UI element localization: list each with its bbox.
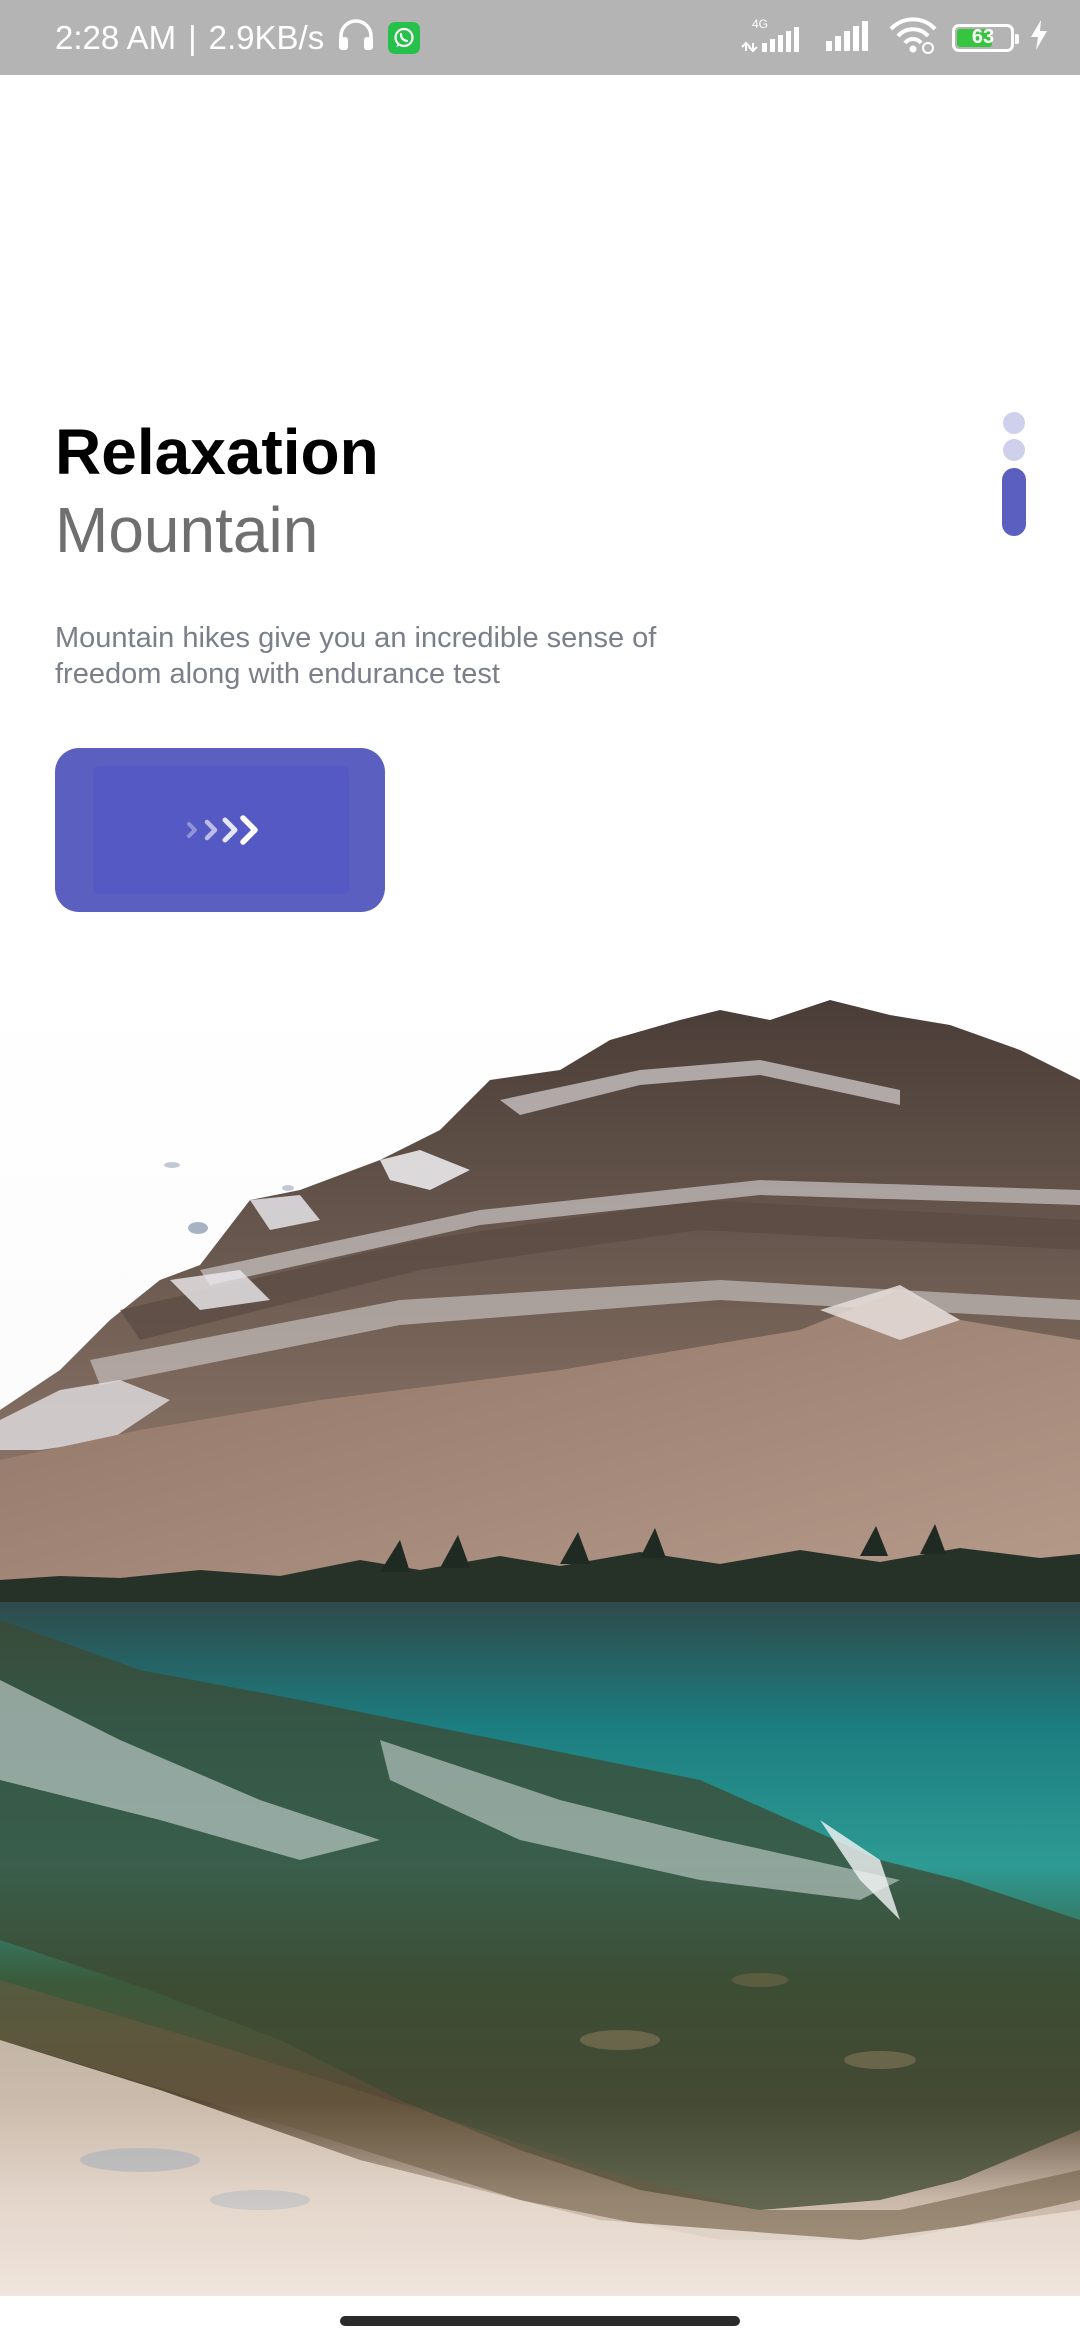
battery-level: 63 — [971, 26, 995, 48]
navigation-bar — [0, 2296, 1080, 2340]
home-indicator[interactable] — [340, 2316, 740, 2326]
network-type-label: 4G — [752, 17, 768, 31]
signal-4g-icon: 4G — [740, 15, 810, 60]
status-right: 4G 63 — [740, 0, 1050, 75]
page-dot-1 — [1003, 412, 1025, 434]
chevrons-right-icon — [187, 815, 258, 845]
status-time: 2:28 AM — [55, 18, 177, 56]
page-title: Relaxation — [55, 416, 379, 488]
next-button[interactable] — [55, 748, 385, 912]
status-separator: | — [188, 18, 197, 56]
headphones-icon — [336, 16, 376, 60]
page-dot-active — [1002, 468, 1026, 536]
battery-cap — [1015, 33, 1019, 44]
wifi-icon — [888, 15, 938, 60]
status-left: 2:28 AM | 2.9KB/s — [55, 0, 421, 75]
next-button-inner — [93, 766, 349, 894]
onboarding-screen: 2:28 AM | 2.9KB/s 4G 63 Relaxation Mount… — [0, 0, 1080, 2340]
page-subtitle: Mountain — [55, 494, 319, 566]
whatsapp-icon — [388, 21, 421, 54]
battery-icon: 63 — [952, 23, 1019, 52]
status-bar: 2:28 AM | 2.9KB/s 4G 63 — [0, 0, 1080, 75]
mountain-lake-image — [0, 980, 1080, 2296]
signal-icon — [824, 17, 874, 58]
charging-icon — [1028, 19, 1050, 56]
network-speed: 2.9KB/s — [208, 18, 325, 56]
page-indicator — [1002, 412, 1026, 540]
page-dot-2 — [1003, 439, 1025, 461]
page-description: Mountain hikes give you an incredible se… — [55, 622, 657, 690]
